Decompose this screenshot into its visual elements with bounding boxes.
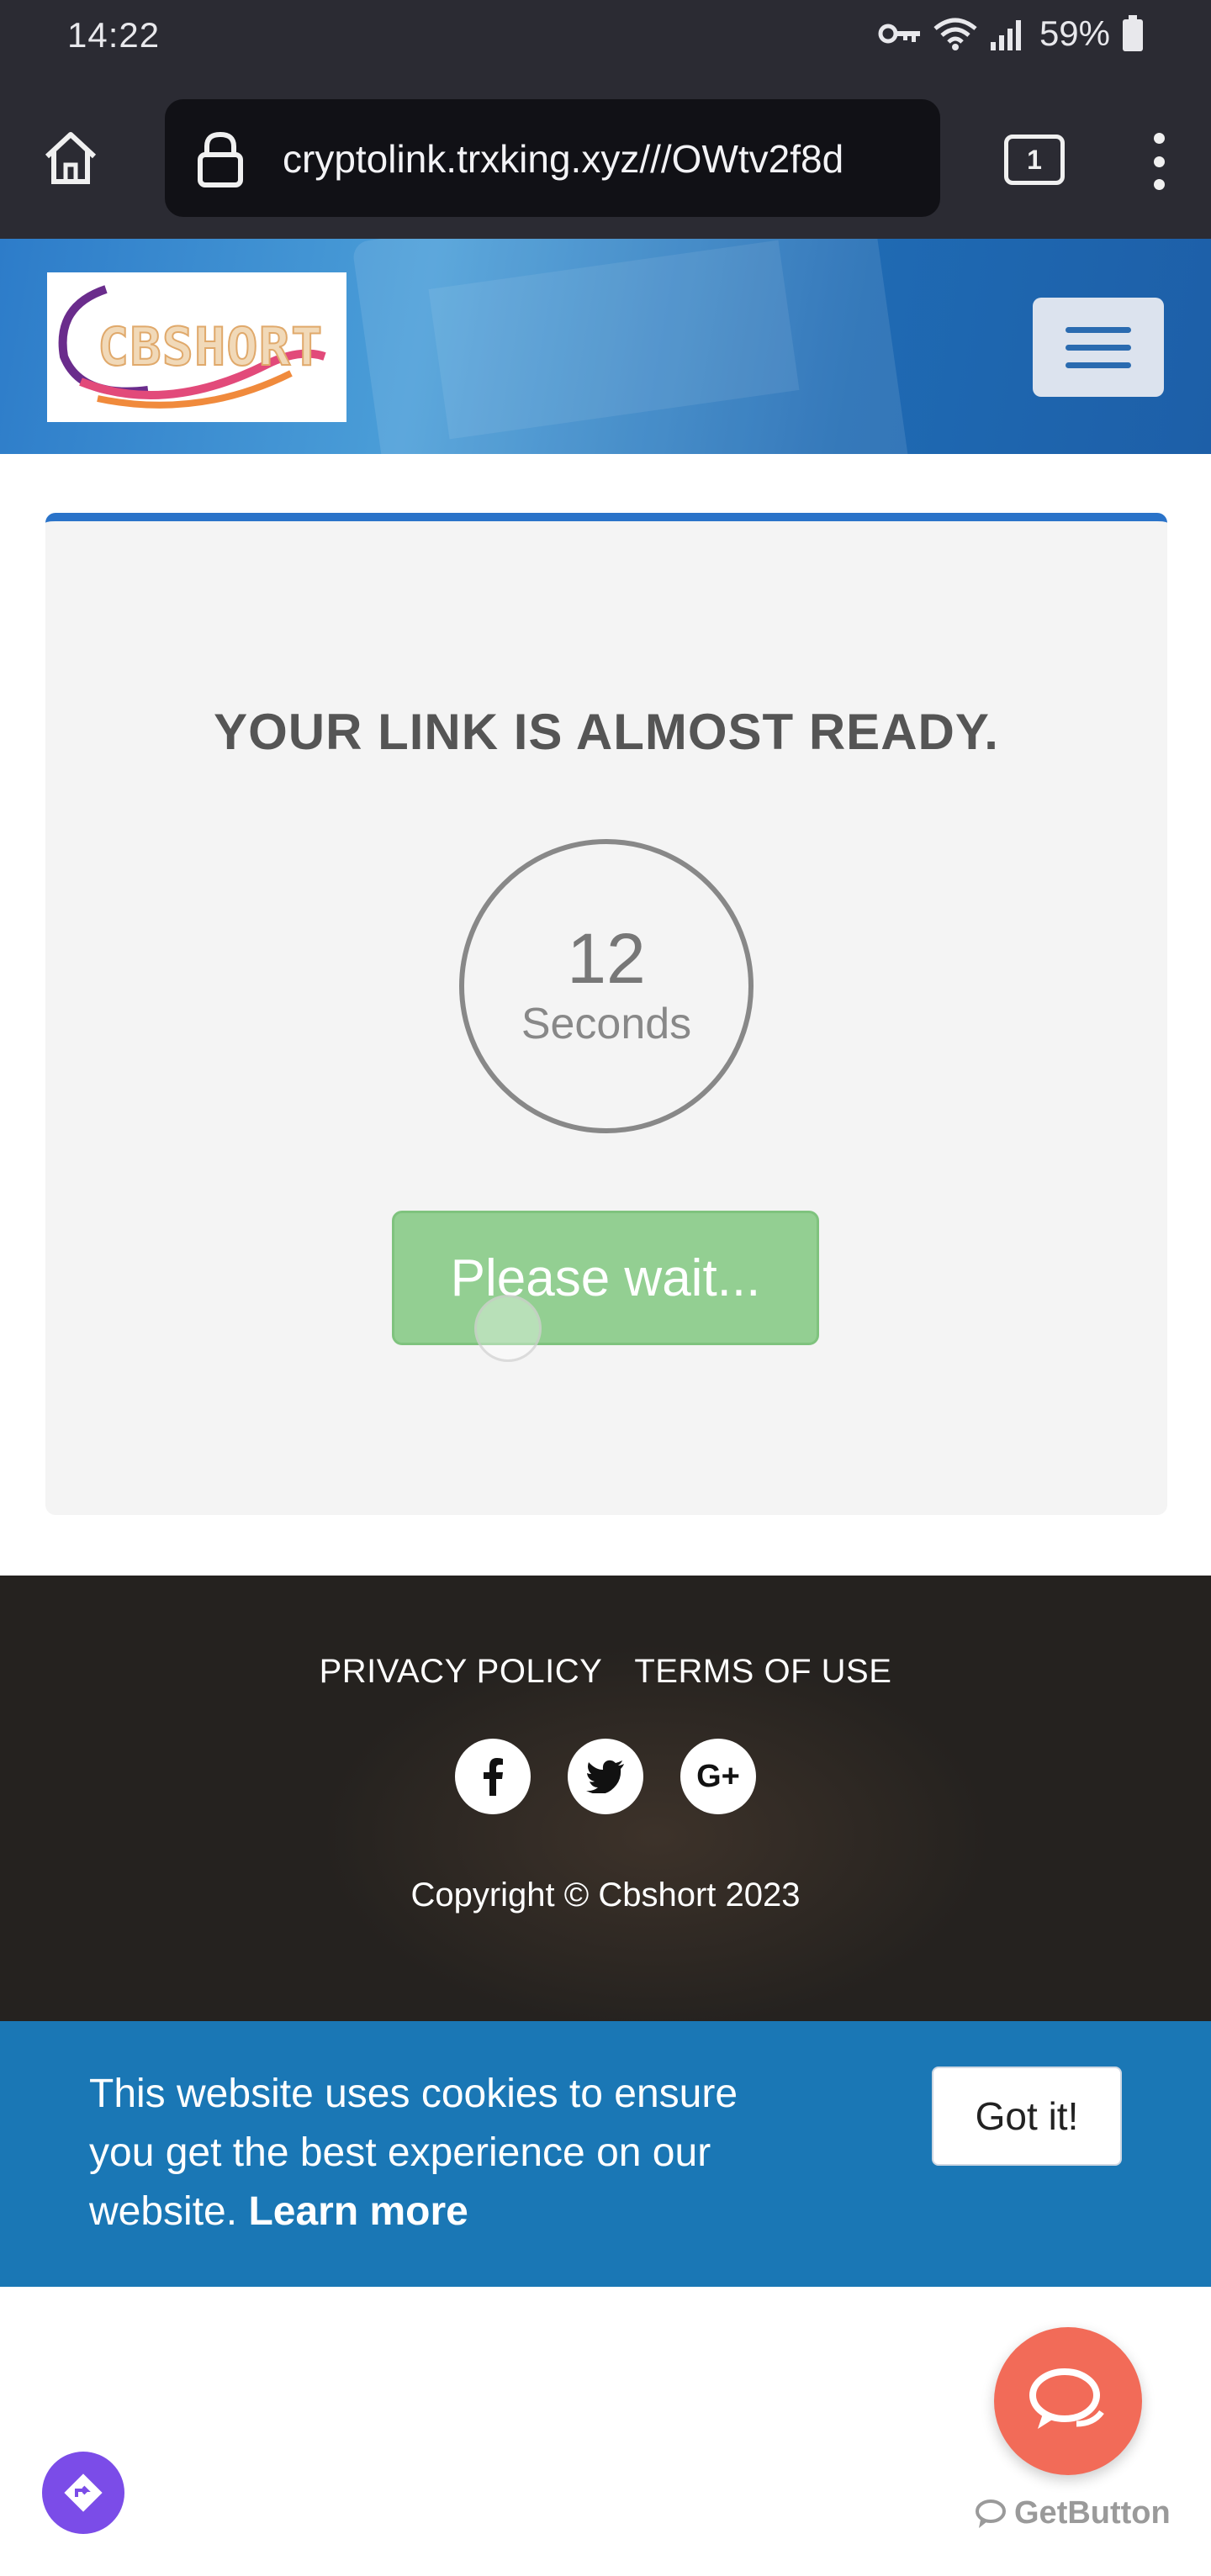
countdown-timer: 12 Seconds [459, 839, 754, 1133]
cookie-message: This website uses cookies to ensure you … [89, 2065, 812, 2241]
site-header: CBSHORT [0, 239, 1211, 454]
home-icon [45, 132, 97, 184]
key-icon [878, 21, 922, 46]
cookie-banner: This website uses cookies to ensure you … [0, 2021, 1211, 2287]
social-links: G+ [0, 1739, 1211, 1814]
battery-percent: 59% [1039, 13, 1110, 53]
site-logo[interactable]: CBSHORT [47, 272, 346, 422]
facebook-icon[interactable] [455, 1739, 531, 1814]
navigation-button[interactable] [42, 2452, 124, 2534]
lock-icon [195, 129, 246, 193]
hamburger-menu-button[interactable] [1033, 298, 1164, 397]
countdown-label: Seconds [521, 1000, 692, 1048]
site-footer: PRIVACY POLICY TERMS OF USE G+ Copyright… [0, 1576, 1211, 2021]
browser-toolbar: cryptolink.trxking.xyz///OWtv2f8d 1 [0, 84, 1211, 239]
countdown-value: 12 [567, 919, 646, 998]
address-bar[interactable]: cryptolink.trxking.xyz///OWtv2f8d [165, 99, 940, 217]
please-wait-button[interactable]: Please wait... [392, 1211, 819, 1345]
tabs-count: 1 [1027, 144, 1042, 175]
google-plus-label: G+ [696, 1758, 740, 1794]
terms-of-use-link[interactable]: TERMS OF USE [634, 1653, 891, 1691]
direction-diamond-icon [64, 2473, 103, 2512]
touch-ripple [474, 1295, 542, 1362]
got-it-button[interactable]: Got it! [932, 2067, 1122, 2166]
twitter-icon[interactable] [568, 1739, 643, 1814]
learn-more-link[interactable]: Learn more [248, 2189, 468, 2234]
signal-icon [989, 17, 1028, 50]
status-bar: 14:22 59% [0, 0, 1211, 84]
status-icons: 59% [878, 13, 1144, 54]
getbutton-branding[interactable]: GetButton [974, 2495, 1171, 2531]
status-time: 14:22 [67, 15, 161, 55]
tabs-button[interactable]: 1 [1004, 135, 1065, 185]
url-text: cryptolink.trxking.xyz///OWtv2f8d [283, 137, 844, 181]
page-title: YOUR LINK IS ALMOST READY. [214, 704, 999, 760]
home-button[interactable] [35, 123, 106, 193]
copyright-text: Copyright © Cbshort 2023 [410, 1877, 801, 1914]
got-it-label: Got it! [975, 2094, 1079, 2138]
getbutton-label: GetButton [1014, 2495, 1171, 2531]
footer-links: PRIVACY POLICY TERMS OF USE [0, 1653, 1211, 1691]
privacy-policy-link[interactable]: PRIVACY POLICY [320, 1653, 603, 1691]
getbutton-icon [976, 2499, 1006, 2528]
chat-icon [1029, 2368, 1104, 2429]
wifi-icon [933, 17, 977, 50]
chat-button[interactable] [994, 2327, 1142, 2475]
battery-icon [1122, 15, 1144, 52]
logo-text: CBSHORT [97, 315, 324, 378]
link-ready-card: YOUR LINK IS ALMOST READY. 12 Seconds Pl… [45, 513, 1167, 1515]
more-vert-icon[interactable] [1142, 128, 1176, 195]
google-plus-icon[interactable]: G+ [680, 1739, 756, 1814]
